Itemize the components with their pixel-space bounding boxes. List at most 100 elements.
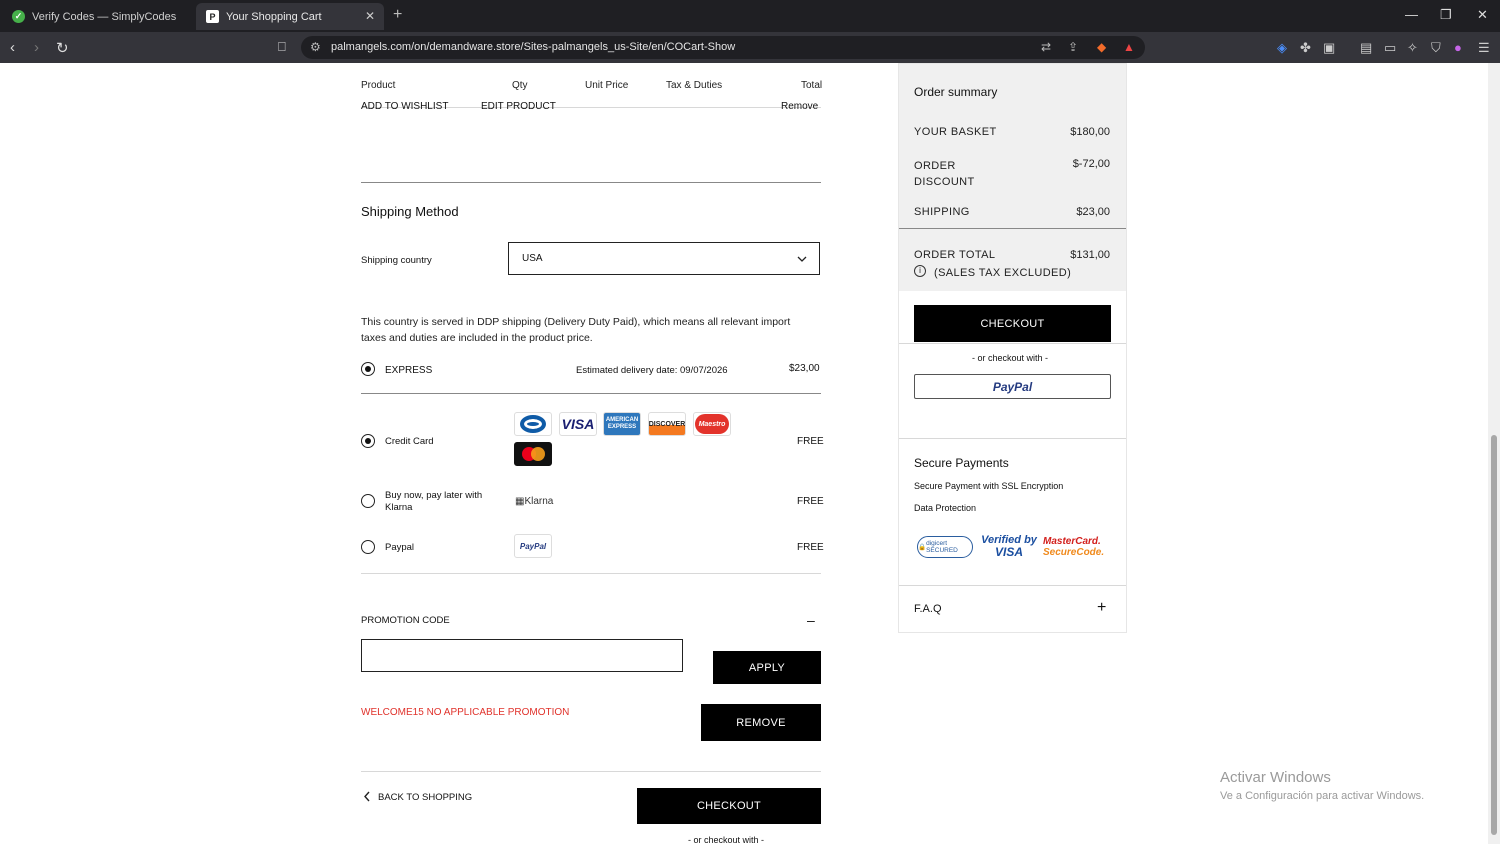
wallet-icon[interactable]: ▭ (1384, 40, 1396, 56)
remove-promo-button[interactable]: REMOVE (701, 704, 821, 741)
cart-divider (361, 182, 821, 183)
paypal-button-text: PayPal (992, 379, 1033, 394)
sidebar-icon[interactable]: ▤ (1360, 40, 1372, 56)
remove-item-link[interactable]: Remove (781, 101, 818, 111)
expand-faq-icon[interactable]: + (1097, 599, 1106, 617)
promotion-code-title: PROMOTION CODE (361, 615, 450, 626)
info-icon[interactable]: i (914, 265, 926, 277)
express-radio[interactable] (361, 362, 375, 376)
secure-payments-title: Secure Payments (914, 456, 1009, 470)
page-scrollbar[interactable] (1488, 63, 1500, 844)
tab-title: Verify Codes — SimplyCodes (32, 10, 177, 23)
promotion-code-input[interactable] (361, 639, 683, 672)
credit-card-radio[interactable] (361, 434, 375, 448)
col-header-unit-price: Unit Price (585, 80, 629, 91)
col-header-tax: Tax & Duties (666, 80, 723, 91)
order-total-label: ORDER TOTAL (914, 249, 996, 261)
promo-error-message: WELCOME15 NO APPLICABLE PROMOTION (361, 707, 570, 718)
express-label: EXPRESS (385, 365, 433, 376)
tab-bar: ✓ Verify Codes — SimplyCodes P Your Shop… (0, 0, 1500, 32)
checkout-button-bottom[interactable]: CHECKOUT (637, 788, 821, 824)
tab-shopping-cart[interactable]: P Your Shopping Cart ✕ (196, 3, 384, 30)
checkout-divider (899, 343, 1126, 344)
reload-icon[interactable]: ↻ (56, 39, 69, 57)
checkout-button-summary[interactable]: CHECKOUT (914, 305, 1111, 342)
back-icon[interactable]: ‹ (10, 39, 15, 56)
shipping-country-label: Shipping country (361, 255, 432, 266)
vpn-icon[interactable]: ⛉ (1431, 40, 1441, 56)
share-icon[interactable]: ⇪ (1068, 40, 1078, 54)
paypal-logo: PayPal (514, 534, 552, 558)
paypal-radio[interactable] (361, 540, 375, 554)
paypal-button[interactable]: PayPal (914, 374, 1111, 399)
item-actions-row: ADD TO WISHLIST EDIT PRODUCT Remove (361, 101, 821, 111)
klarna-logo: ▦Klarna (515, 496, 554, 507)
shipping-label: SHIPPING (914, 206, 970, 218)
basket-label: YOUR BASKET (914, 126, 997, 138)
maestro-logo: Maestro (693, 412, 731, 436)
paypal-logo-text: PayPal (519, 541, 547, 551)
secure-divider (899, 438, 1126, 439)
scrollbar-thumb[interactable] (1491, 435, 1497, 835)
restore-icon[interactable]: ❐ (1440, 7, 1452, 23)
discover-logo: DISCOVER (648, 412, 686, 436)
apply-button[interactable]: APPLY (713, 651, 821, 684)
discount-label: ORDER DISCOUNT (914, 160, 975, 188)
col-header-total: Total (801, 80, 823, 91)
leo-ai-icon[interactable]: ✧ (1407, 40, 1418, 56)
col-header-product: Product (361, 80, 396, 91)
maestro-text: Maestro (695, 414, 729, 434)
close-window-icon[interactable]: ✕ (1477, 7, 1488, 23)
credit-card-price: FREE (797, 436, 824, 447)
new-tab-icon[interactable]: + (393, 6, 402, 24)
navigation-bar: ‹ › ↻ ⎕ ⚙ palmangels.com/on/demandware.s… (0, 32, 1500, 63)
shipping-method-title: Shipping Method (361, 204, 459, 219)
klarna-radio[interactable] (361, 494, 375, 508)
bookmark-icon[interactable]: ⎕ (278, 39, 286, 55)
minimize-icon[interactable]: — (1405, 7, 1418, 22)
express-price: $23,00 (789, 363, 820, 374)
klarna-label: Buy now, pay later with Klarna (385, 490, 483, 513)
shipping-divider (361, 393, 821, 394)
digicert-badge: 🔒 digicert SECURED (917, 536, 973, 558)
brave-shields-icon[interactable]: ◆ (1097, 40, 1106, 54)
paypal-label: Paypal (385, 542, 415, 553)
mastercard-securecode-badge: MasterCard. SecureCode. (1043, 536, 1105, 558)
klarna-logo-alt: Klarna (524, 496, 554, 507)
verified-by-visa-badge: Verified by VISA (981, 534, 1037, 558)
payment-divider (361, 573, 821, 574)
forward-icon[interactable]: › (34, 39, 39, 56)
activate-windows-title: Activar Windows (1220, 769, 1331, 786)
tax-note: (SALES TAX EXCLUDED) (934, 267, 1072, 279)
order-summary-totals: Order summary YOUR BASKET $180,00 ORDER … (899, 64, 1126, 291)
secure-line-2: Data Protection (914, 503, 977, 513)
activate-windows-subtitle: Ve a Configuración para activar Windows. (1220, 790, 1425, 802)
extension-shield-icon[interactable]: ◈ (1277, 40, 1287, 56)
brave-rewards-icon[interactable]: ▲ (1123, 40, 1135, 54)
collapse-promo-icon[interactable]: – (807, 612, 815, 628)
tab-title: Your Shopping Cart (226, 10, 322, 23)
screenshot-icon[interactable]: ▣ (1323, 40, 1335, 56)
tab-verify-codes[interactable]: ✓ Verify Codes — SimplyCodes (2, 3, 190, 30)
faq-divider (899, 585, 1126, 586)
order-summary-title: Order summary (914, 85, 998, 99)
profile-icon[interactable]: ● (1454, 40, 1462, 55)
close-tab-icon[interactable]: ✕ (365, 9, 375, 23)
menu-icon[interactable]: ☰ (1478, 40, 1490, 56)
edit-product-link[interactable]: EDIT PRODUCT (481, 101, 556, 111)
mc-badge-bottom: SecureCode. (1043, 547, 1105, 558)
address-bar[interactable]: ⚙ palmangels.com/on/demandware.store/Sit… (301, 36, 1145, 59)
site-info-icon[interactable]: ⚙ (310, 40, 321, 54)
diners-logo (514, 412, 552, 436)
faq-title[interactable]: F.A.Q (914, 603, 942, 615)
ddp-note: This country is served in DDP shipping (… (361, 316, 791, 344)
promo-divider (361, 771, 821, 772)
delivery-estimate: Estimated delivery date: 09/07/2026 (576, 365, 728, 376)
shipping-country-select[interactable]: USA (508, 242, 820, 275)
add-to-wishlist-link[interactable]: ADD TO WISHLIST (361, 101, 448, 111)
translate-icon[interactable]: ⇄ (1041, 40, 1051, 54)
back-to-shopping-link[interactable]: BACK TO SHOPPING (378, 792, 472, 803)
extensions-icon[interactable]: ✤ (1300, 40, 1311, 56)
credit-card-label: Credit Card (385, 436, 434, 447)
klarna-price: FREE (797, 496, 824, 507)
